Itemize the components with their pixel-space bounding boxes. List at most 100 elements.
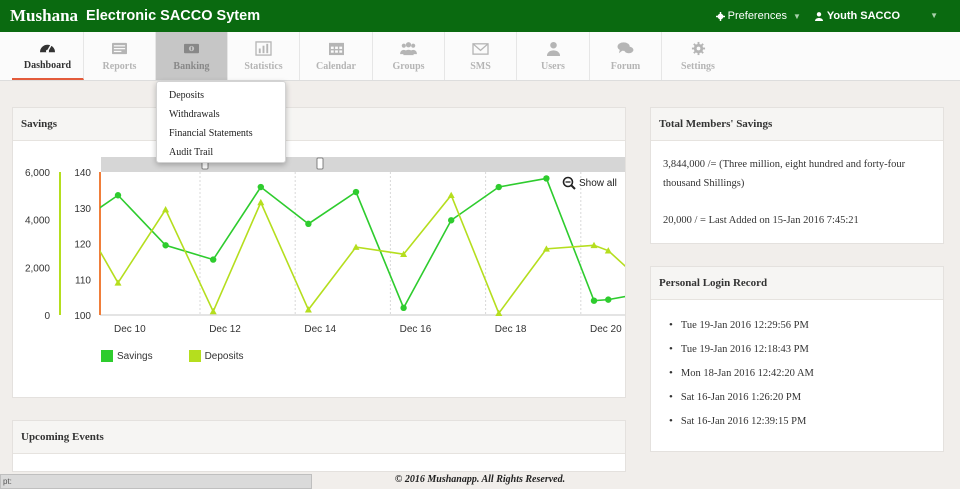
x-tick-label: Dec 10 [114,324,146,335]
right-axis-tick-label: 100 [74,311,91,322]
top-right-menu: Preferences ▼ Youth SACCO [715,0,960,32]
data-point-savings[interactable] [448,217,455,224]
nav-statistics[interactable]: Statistics [228,32,300,80]
data-point-savings[interactable] [543,175,550,182]
chart-area: Dec 10 Dec 12 Dec 14 Dec 16 Dec 18 Dec 20 0 2,0… [13,141,677,346]
nav-sms-label: SMS [470,60,491,72]
last-added-info: 20,000 / = Last Added on 15-Jan 2016 7:4… [663,215,859,226]
calendar-icon [328,42,344,55]
events-panel-title: Upcoming Events [13,421,625,454]
menu-item-withdrawals[interactable]: Withdrawals [157,105,285,124]
legend-swatch-deposits [188,350,201,362]
data-point-deposits[interactable] [86,229,93,235]
legend-label-savings: Savings [117,350,153,362]
legend-label-deposits: Deposits [204,350,244,362]
chart-legend: Savings Deposits [101,350,243,362]
right-axis-tick-label: 110 [75,275,91,286]
login-record-title: Personal Login Record [651,267,943,300]
forum-icon [617,41,634,53]
legend-item-savings[interactable]: Savings [101,350,153,362]
events-panel: Upcoming Events [12,420,626,472]
series-line-deposits[interactable] [89,193,625,315]
top-bar: Mushana Electronic SACCO Sytem Preferenc… [0,0,960,32]
caret-down-icon: ▼ [792,11,801,21]
navigator-handle-right[interactable] [316,157,324,170]
data-point-savings[interactable] [352,188,360,196]
groups-icon [400,41,417,55]
login-record-panel: Personal Login Record Tue 19-Jan 2016 12… [650,266,944,452]
left-axis-tick-label: 4,000 [25,216,50,227]
data-point-deposits[interactable] [162,206,170,213]
menu-item-audit-trail[interactable]: Audit Trail [157,143,285,162]
savings-chart[interactable]: Dec 10 Dec 12 Dec 14 Dec 16 Dec 18 Dec 20 0 2,0… [13,141,677,341]
show-all-label: Show all [579,178,617,189]
savings-panel-title: Savings [13,108,625,141]
nav-forum-label: Forum [610,60,641,72]
data-point-savings[interactable] [495,183,502,191]
nav-banking[interactable]: Banking [156,32,228,80]
nav-calendar[interactable]: Calendar [300,32,373,80]
total-savings-amount: 3,844,000 /= (Three million, eight hundr… [663,159,906,189]
app-title: Electronic SACCO Sytem [86,8,261,24]
data-point-deposits[interactable] [257,198,265,206]
nav-reports-label: Reports [102,60,137,72]
caret-down-icon[interactable]: ▼ [930,11,938,20]
nav-statistics-label: Statistics [244,60,283,72]
user-menu[interactable]: Youth SACCO [814,10,900,22]
banking-dropdown: Deposits Withdrawals Financial Statement… [156,81,286,163]
gear-icon [715,11,725,21]
login-entry: Tue 19-Jan 2016 12:18:43 PM [669,340,943,364]
banking-icon [184,43,199,53]
data-point-deposits[interactable] [447,191,455,199]
login-entry: Tue 19-Jan 2016 12:29:56 PM [669,316,943,340]
browser-status-bar: pt: [0,474,312,489]
total-savings-panel: Total Members' Savings 3,844,000 /= (Thr… [650,107,944,244]
brand-name[interactable]: Mushana [10,6,78,26]
nav-reports[interactable]: Reports [84,32,156,80]
user-icon [814,11,823,21]
left-axis-tick-label: 6,000 [25,168,50,179]
data-point-deposits[interactable] [209,307,217,315]
user-label: Youth SACCO [826,10,900,22]
menu-item-financial-statements[interactable]: Financial Statements [157,124,285,143]
nav-settings-label: Settings [681,60,715,72]
right-axis-tick-label: 130 [74,204,91,215]
nav-sms[interactable]: SMS [445,32,517,80]
x-tick-label: Dec 16 [400,324,432,335]
menu-item-deposits[interactable]: Deposits [157,86,285,105]
nav-groups[interactable]: Groups [373,32,445,80]
series-line-savings[interactable] [89,177,625,310]
data-point-savings[interactable] [305,220,312,228]
data-point-savings[interactable] [162,242,169,249]
nav-forum[interactable]: Forum [590,32,662,80]
gear-icon [691,41,705,55]
login-entry: Sat 16-Jan 2016 1:26:20 PM [669,388,943,412]
right-axis-tick-label: 140 [74,168,91,179]
legend-item-deposits[interactable]: Deposits [188,350,244,362]
nav-dashboard[interactable]: Dashboard [12,32,84,80]
x-tick-label: Dec 18 [495,324,527,335]
savings-panel: Savings Dec 10 Dec 12 Dec 14 Dec 16 Dec 18 De… [12,107,677,398]
preferences-menu[interactable]: Preferences ▼ [715,10,801,22]
nav-users[interactable]: Users [517,32,590,80]
preferences-label: Preferences [727,10,787,22]
x-tick-label: Dec 14 [304,324,336,335]
data-point-savings[interactable] [605,296,612,303]
show-all-button[interactable]: Show all [562,176,617,190]
x-tick-label: Dec 20 [590,324,622,335]
dashboard-icon [40,43,55,53]
nav-groups-label: Groups [392,60,425,72]
login-list: Tue 19-Jan 2016 12:29:56 PM Tue 19-Jan 2… [651,300,943,436]
envelope-icon [472,42,489,55]
nav-settings[interactable]: Settings [662,32,734,80]
x-tick-label: Dec 12 [209,324,241,335]
nav-calendar-label: Calendar [316,60,356,72]
data-point-savings[interactable] [257,183,264,191]
data-point-savings[interactable] [400,304,407,312]
data-point-savings[interactable] [114,192,122,199]
user-icon [546,41,560,56]
legend-swatch-savings [101,350,113,362]
zoom-out-icon [562,176,576,190]
data-point-savings[interactable] [210,256,217,263]
data-point-savings[interactable] [590,297,598,304]
